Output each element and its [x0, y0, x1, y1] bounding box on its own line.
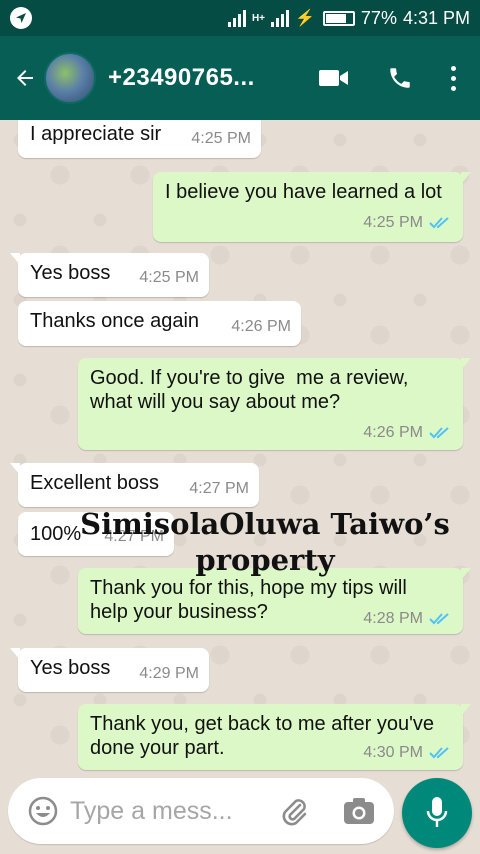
message-input[interactable]: [70, 792, 270, 830]
composer-bar: [0, 772, 480, 854]
message-bubble-outgoing[interactable]: Good. If you're to give me a review, wha…: [78, 358, 471, 450]
contact-name[interactable]: +23490765...: [108, 64, 273, 92]
message-bubble-outgoing[interactable]: Thank you, get back to me after you've d…: [78, 704, 471, 770]
battery-percent: 77%: [360, 7, 397, 28]
battery-icon: [322, 10, 355, 26]
read-receipt-icon: [429, 747, 449, 759]
message-text: I believe you have learned a lot: [165, 181, 442, 203]
message-text: Good. If you're to give me a review, wha…: [90, 367, 409, 413]
message-text: Yes boss: [30, 657, 111, 679]
signal-icon: [227, 9, 246, 27]
navigation-icon: [10, 7, 32, 29]
watermark-line-1: SimisolaOluwa Taiwo’s: [80, 507, 450, 541]
message-bubble-outgoing[interactable]: I believe you have learned a lot 4:25 PM: [153, 172, 471, 242]
message-text: I appreciate sir: [30, 123, 162, 145]
emoji-icon[interactable]: [28, 796, 58, 831]
read-receipt-icon: [429, 217, 449, 229]
signal-icon-2: [271, 9, 289, 27]
message-text: Thanks once again: [30, 310, 200, 332]
message-text: Thank you for this, hope my tips will he…: [90, 577, 407, 623]
message-bubble-incoming[interactable]: Thanks once again 4:26 PM: [18, 301, 301, 346]
message-time: 4:28 PM: [363, 610, 423, 627]
message-time: 4:29 PM: [139, 665, 199, 682]
status-bar: H+ ⚡ 77% 4:31 PM: [0, 0, 480, 36]
message-time: 4:25 PM: [139, 269, 199, 286]
message-time: 4:27 PM: [189, 480, 249, 497]
message-time: 4:25 PM: [191, 130, 251, 147]
message-bubble-incoming[interactable]: Yes boss 4:29 PM: [10, 648, 209, 692]
message-time: 4:26 PM: [363, 424, 423, 441]
watermark-line-2: property: [195, 543, 335, 577]
more-vert-icon[interactable]: [451, 65, 456, 91]
read-receipt-icon: [429, 427, 449, 439]
composer-pill: [8, 778, 394, 844]
message-time: 4:30 PM: [363, 744, 423, 761]
message-time: 4:26 PM: [231, 318, 291, 335]
status-clock: 4:31 PM: [402, 7, 470, 28]
watermark: SimisolaOluwa Taiwo’s property: [60, 506, 470, 578]
network-type: H+: [251, 12, 265, 24]
camera-icon[interactable]: [344, 798, 374, 829]
avatar[interactable]: [44, 52, 96, 104]
phone-icon[interactable]: [387, 65, 413, 91]
microphone-icon[interactable]: [402, 778, 472, 848]
arrow-left-icon[interactable]: [10, 66, 40, 90]
message-bubble-incoming[interactable]: I appreciate sir 4:25 PM: [18, 120, 261, 158]
paperclip-icon[interactable]: [278, 795, 310, 832]
message-text: Excellent boss: [30, 472, 159, 494]
charging-icon: ⚡: [295, 10, 315, 27]
chat-header: +23490765...: [0, 36, 480, 120]
message-bubble-incoming[interactable]: Excellent boss 4:27 PM: [10, 463, 259, 507]
message-time: 4:25 PM: [363, 214, 423, 231]
video-camera-icon[interactable]: [319, 68, 349, 88]
chat-area[interactable]: I appreciate sir 4:25 PM I believe you h…: [0, 120, 480, 772]
message-text: Yes boss: [30, 262, 111, 284]
message-bubble-incoming[interactable]: Yes boss 4:25 PM: [10, 253, 209, 297]
read-receipt-icon: [429, 613, 449, 625]
